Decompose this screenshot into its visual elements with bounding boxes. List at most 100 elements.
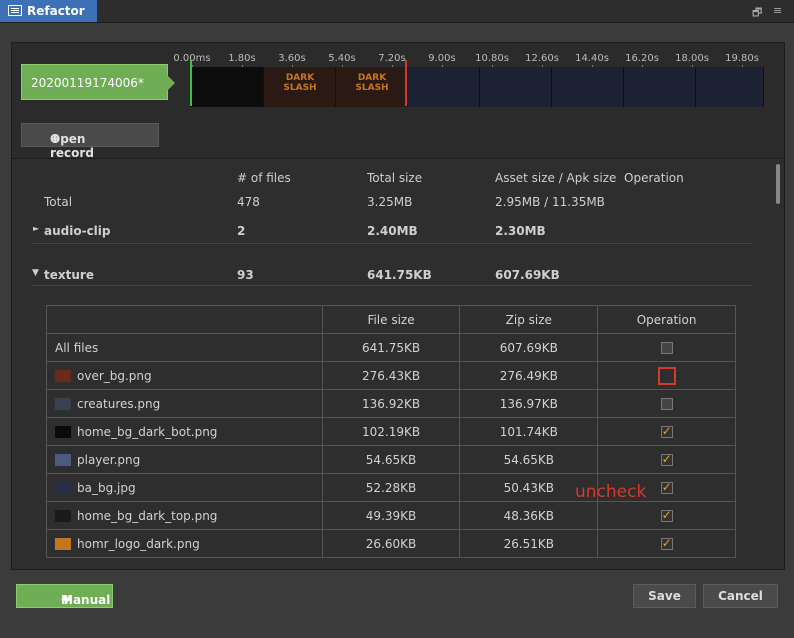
file-thumbnail [55,482,71,494]
operation-checkbox[interactable] [657,366,676,385]
operation-checkbox[interactable] [660,424,673,438]
header-files: # of files [237,171,291,185]
file-thumbnail [55,454,71,466]
window-tab[interactable]: Refactor [0,0,97,22]
main-panel: 0.00ms 1.80s 3.60s 5.40s 7.20s 9.00s 10.80s 12.… [11,42,785,570]
file-name: home_bg_dark_top.png [77,508,218,523]
table-header-row: File size Zip size Operation [46,305,736,334]
operation-cell [597,389,736,418]
total-size: 3.25MB [367,195,413,209]
file-name: home_bg_dark_bot.png [77,424,218,439]
file-name-cell: player.png [46,445,323,474]
time-tick-label: 9.00s [428,53,456,64]
file-size-cell: 26.60KB [321,529,461,558]
total-asset: 2.95MB / 11.35MB [495,195,605,209]
operation-checkbox[interactable] [660,480,673,494]
file-name: homr_logo_dark.png [77,536,200,551]
audio-clip-label[interactable]: audio-clip [44,224,111,238]
table-row[interactable]: homr_logo_dark.png 26.60KB 26.51KB [46,529,736,558]
file-size-cell: 52.28KB [321,473,461,502]
operation-checkbox[interactable] [660,508,673,522]
frame-thumbnail[interactable] [624,67,696,107]
file-name: over_bg.png [77,368,152,383]
file-name-cell: creatures.png [46,389,323,418]
texture-asset: 607.69KB [495,268,560,282]
frame-thumbnail[interactable] [408,67,480,107]
uncheck-annotation: uncheck [575,482,647,502]
window-title: Refactor [27,4,85,18]
frame-strip[interactable]: DARK SLASH DARK SLASH [190,67,764,107]
file-size-cell: 641.75KB [321,333,461,362]
end-marker[interactable] [405,60,407,106]
frame-thumbnail[interactable] [552,67,624,107]
file-name: ba_bg.jpg [77,480,136,495]
file-size-cell: 54.65KB [321,445,461,474]
restore-icon[interactable]: 🗗 [752,4,762,23]
table-row[interactable]: player.png 54.65KB 54.65KB [46,445,736,474]
manual-button[interactable]: ✚ Manual [16,584,113,608]
table-row[interactable]: over_bg.png 276.43KB 276.49KB [46,361,736,390]
zip-size-cell: 276.49KB [459,361,599,390]
summary-panel: # of files Total size Asset size / Apk s… [12,159,784,569]
frame-title: DARK SLASH [283,73,317,93]
time-tick-label: 14.40s [575,53,609,64]
file-name-cell: All files [46,333,323,362]
row-divider [32,243,752,244]
frame-thumbnail[interactable] [696,67,764,107]
total-files: 478 [237,195,260,209]
file-size-cell: 102.19KB [321,417,461,446]
row-divider [32,285,752,286]
texture-total: 641.75KB [367,268,432,282]
cancel-button[interactable]: Cancel [703,584,778,608]
table-row[interactable]: home_bg_dark_bot.png 102.19KB 101.74KB [46,417,736,446]
record-button[interactable]: 20200119174006* [21,64,175,100]
operation-cell [597,417,736,446]
frame-thumbnail[interactable] [190,67,264,107]
time-tick-label: 12.60s [525,53,559,64]
operation-checkbox[interactable] [660,452,673,466]
col-zip-size[interactable]: Zip size [459,305,599,334]
file-name: creatures.png [77,396,161,411]
file-thumbnail [55,538,71,550]
time-tick-label: 7.20s [378,53,406,64]
menu-icon[interactable]: ≡ [773,4,782,17]
col-file-size[interactable]: File size [321,305,461,334]
time-tick-label: 16.20s [625,53,659,64]
frame-thumbnail[interactable]: DARK SLASH [336,67,408,107]
time-tick-label: 0.00ms [173,53,211,64]
file-thumbnail [55,426,71,438]
frame-thumbnail[interactable] [480,67,552,107]
texture-label[interactable]: texture [44,268,94,282]
start-marker[interactable] [190,60,192,106]
file-name-cell: ba_bg.jpg [46,473,323,502]
expand-arrow-icon[interactable]: ▼ [32,268,39,278]
open-record-button[interactable]: ✚ Open record [21,123,159,160]
save-button[interactable]: Save [633,584,696,608]
table-row[interactable]: All files 641.75KB 607.69KB [46,333,736,362]
collapse-arrow-icon[interactable]: ► [33,224,39,233]
vertical-scrollbar[interactable] [776,164,780,204]
audio-clip-total: 2.40MB [367,224,418,238]
file-name: player.png [77,452,141,467]
total-label: Total [44,195,73,209]
zip-size-cell: 26.51KB [459,529,599,558]
operation-checkbox[interactable] [660,398,673,410]
file-size-cell: 276.43KB [321,361,461,390]
operation-checkbox[interactable] [660,342,673,354]
file-name-cell: homr_logo_dark.png [46,529,323,558]
table-row[interactable]: home_bg_dark_top.png 49.39KB 48.36KB [46,501,736,530]
header-asset-size: Asset size / Apk size [495,171,617,185]
zip-size-cell: 54.65KB [459,445,599,474]
operation-checkbox[interactable] [660,536,673,550]
title-bar: Refactor 🗗 ≡ [0,0,794,23]
time-tick-label: 18.00s [675,53,709,64]
frame-thumbnail[interactable]: DARK SLASH [264,67,336,107]
table-row[interactable]: creatures.png 136.92KB 136.97KB [46,389,736,418]
file-name: All files [55,340,99,355]
header-total-size: Total size [367,171,423,185]
col-operation: Operation [597,305,736,334]
operation-cell [597,501,736,530]
file-name-cell: home_bg_dark_bot.png [46,417,323,446]
operation-cell [597,445,736,474]
zip-size-cell: 607.69KB [459,333,599,362]
